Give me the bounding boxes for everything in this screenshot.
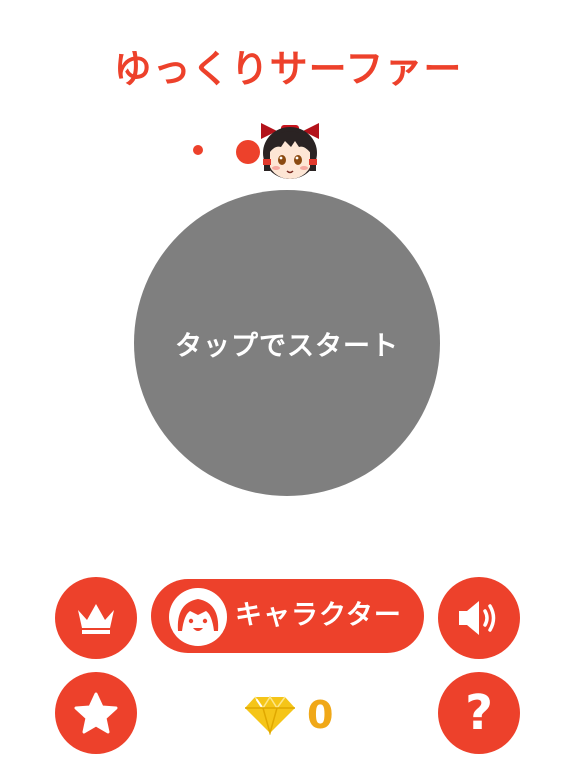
rate-button[interactable] (55, 672, 137, 754)
character-select-button[interactable]: キャラクター (151, 579, 424, 653)
character-face-icon (169, 588, 227, 646)
speaker-icon (459, 601, 496, 635)
yukkuri-character-icon (261, 123, 319, 179)
ranking-button[interactable] (55, 577, 137, 659)
sound-toggle-button[interactable] (438, 577, 520, 659)
help-icon: ? (465, 685, 493, 741)
trail-dot-small (193, 145, 203, 155)
crown-icon (78, 604, 114, 634)
gem-count: 0 (307, 693, 334, 737)
game-screen: ゆっくりサーファー タップでスタート キャラクター 0 ? (0, 0, 576, 768)
diamond-icon (245, 695, 295, 735)
star-icon (74, 692, 118, 734)
start-label: タップでスタート (175, 330, 399, 362)
game-title: ゆっくりサーファー (113, 47, 463, 91)
start-button[interactable]: タップでスタート (134, 190, 440, 496)
help-button[interactable]: ? (438, 672, 520, 754)
gem-counter: 0 (243, 690, 353, 740)
character-button-label: キャラクター (235, 600, 402, 631)
